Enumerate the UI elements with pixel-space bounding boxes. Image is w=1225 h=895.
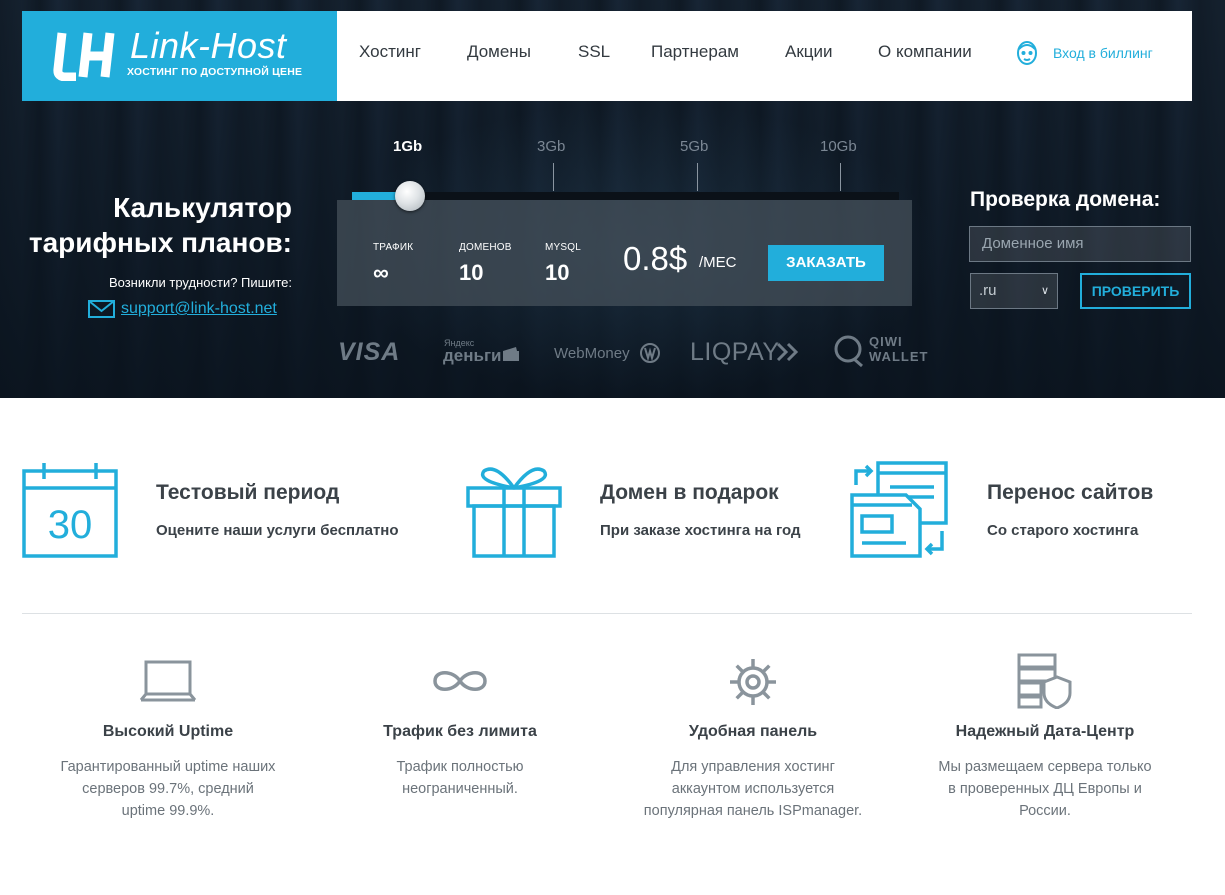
stat-mysql-value: 10 — [545, 260, 570, 285]
wallet-icon — [503, 347, 519, 361]
qiwi-logo-bottom: WALLET — [869, 349, 929, 364]
calculator-panel: ТРАФИК ∞ ДОМЕНОВ 10 MYSQL 10 0.8$ /МЕС З… — [337, 200, 912, 306]
feature-trial-subtitle: Оцените наши услуги бесплатно — [156, 522, 399, 539]
calculator-hint: Возникли трудности? Пишите: — [108, 275, 292, 290]
brand-name: Link-Host — [130, 25, 287, 66]
traffic-slider[interactable] — [352, 192, 899, 200]
domain-zone-value: .ru — [979, 282, 997, 299]
webmoney-logo: WebMoney — [554, 345, 630, 362]
user-face-icon — [1017, 41, 1037, 65]
feature-domain-gift-title: Домен в подарок — [600, 481, 779, 504]
billing-login-label: Вход в биллинг — [1053, 45, 1153, 61]
tick-5gb[interactable]: 5Gb — [680, 138, 708, 155]
price-period: /МЕС — [699, 254, 737, 271]
support-email[interactable]: support@link-host.net — [121, 300, 277, 318]
brand-tagline: ХОСТИНГ ПО ДОСТУПНОЙ ЦЕНЕ — [127, 66, 303, 78]
feature-migration-subtitle: Со старого хостинга — [987, 522, 1139, 539]
feature-domain-gift-subtitle: При заказе хостинга на год — [600, 522, 801, 539]
nav-item-about[interactable]: О компании — [878, 42, 972, 62]
stat-traffic-label: ТРАФИК — [373, 242, 414, 253]
gear-icon — [730, 659, 776, 705]
qiwi-logo-top: QIWI — [869, 334, 903, 349]
section-divider — [22, 613, 1192, 614]
tick-10gb[interactable]: 10Gb — [820, 138, 857, 155]
double-chevron-icon — [776, 342, 799, 362]
check-domain-button[interactable]: ПРОВЕРИТЬ — [1080, 273, 1191, 309]
stat-traffic-value: ∞ — [373, 260, 389, 285]
main-nav: Хостинг Домены SSL Партнерам Акции О ком… — [337, 11, 1192, 101]
feature-traffic-title: Трафик без лимита — [383, 723, 537, 740]
infinity-icon — [433, 671, 487, 691]
domain-check-title: Проверка домена: — [970, 188, 1161, 211]
feature-datacenter-title: Надежный Дата-Центр — [955, 723, 1135, 740]
tick-1gb[interactable]: 1Gb — [393, 138, 422, 155]
yandex-money-logo: деньги — [443, 346, 502, 365]
svg-text:30: 30 — [48, 503, 93, 547]
transfer-icon — [850, 461, 948, 558]
feature-uptime-title: Высокий Uptime — [102, 723, 234, 740]
stat-domains-value: 10 — [459, 260, 484, 285]
domain-name-input[interactable]: Доменное имя — [969, 226, 1191, 262]
order-button[interactable]: ЗАКАЗАТЬ — [768, 245, 884, 281]
liqpay-logo: LIQPAY — [690, 338, 780, 366]
webmoney-globe-icon — [640, 343, 660, 363]
logo[interactable]: Link-Host ХОСТИНГ ПО ДОСТУПНОЙ ЦЕНЕ — [22, 11, 337, 101]
nav-item-hosting[interactable]: Хостинг — [359, 42, 421, 62]
logo-mark-icon — [53, 32, 115, 81]
nav-item-ssl[interactable]: SSL — [578, 42, 610, 62]
feature-migration-title: Перенос сайтов — [987, 481, 1154, 504]
feature-datacenter-text: Мы размещаем сервера только в проверенны… — [938, 759, 1152, 819]
billing-login-link[interactable]: Вход в биллинг — [1015, 39, 1153, 67]
feature-panel-title: Удобная панель — [688, 723, 818, 740]
calculator-title: Калькулятор тарифных планов: — [28, 192, 292, 258]
price-value: 0.8$ — [623, 240, 688, 277]
tick-mark — [697, 163, 698, 191]
gift-icon — [466, 467, 562, 558]
domain-zone-select[interactable]: .ru ∨ — [970, 273, 1058, 309]
feature-trial-title: Тестовый период — [156, 481, 340, 504]
page: Link-Host ХОСТИНГ ПО ДОСТУПНОЙ ЦЕНЕ Хост… — [0, 0, 1225, 895]
feature-traffic-text: Трафик полностью неограниченный. — [396, 759, 524, 797]
tick-mark — [840, 163, 841, 191]
nav-item-promos[interactable]: Акции — [785, 42, 833, 62]
stat-mysql-label: MYSQL — [545, 242, 582, 253]
feature-uptime-text: Гарантированный uptime наших серверов 99… — [60, 759, 276, 819]
chevron-down-icon: ∨ — [1040, 285, 1049, 297]
server-shield-icon — [1017, 653, 1072, 709]
tick-mark — [553, 163, 554, 191]
nav-item-partners[interactable]: Партнерам — [651, 42, 739, 62]
stat-domains-label: ДОМЕНОВ — [459, 242, 512, 253]
envelope-icon — [88, 300, 115, 318]
slider-handle[interactable] — [395, 181, 425, 211]
support-email-link[interactable]: support@link-host.net — [88, 300, 277, 318]
tick-3gb[interactable]: 3Gb — [537, 138, 565, 155]
feature-panel-text: Для управления хостинг аккаунтом использ… — [643, 759, 863, 819]
qiwi-icon — [834, 335, 863, 368]
visa-logo: VISA — [338, 338, 401, 366]
calendar-icon: 30 — [22, 463, 118, 558]
nav-item-domains[interactable]: Домены — [467, 42, 531, 62]
laptop-icon — [139, 660, 197, 702]
